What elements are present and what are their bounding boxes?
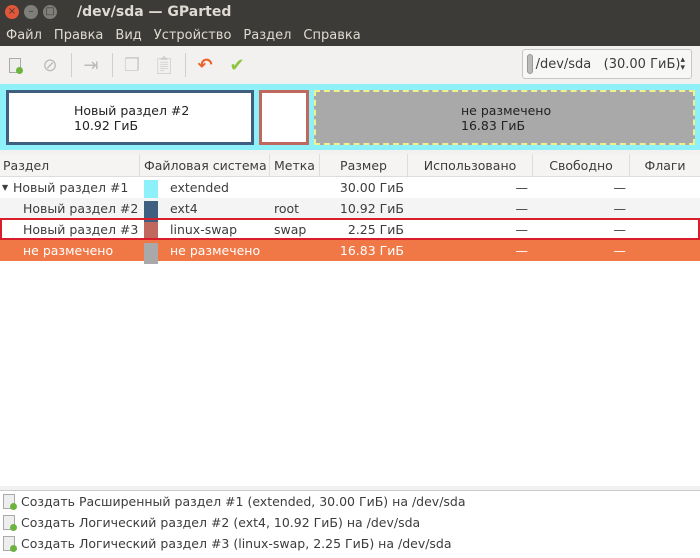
cell-label: swap — [274, 222, 307, 237]
table-row[interactable]: Новый раздел #2 ext4 root 10.92 ГиБ — — — [0, 198, 700, 222]
cell-partition: не размечено — [23, 243, 114, 258]
cell-used: — — [515, 243, 529, 258]
cell-free: — — [613, 180, 627, 195]
cell-size: 16.83 ГиБ — [339, 243, 404, 258]
paste-icon: 📋︎ — [152, 54, 176, 76]
new-partition-icon — [3, 536, 17, 552]
separator — [112, 53, 113, 77]
cell-filesystem: не размечено — [170, 243, 261, 258]
table-row[interactable]: ▼ Новый раздел #1 extended 30.00 ГиБ — — — [0, 177, 700, 201]
cell-size: 10.92 ГиБ — [339, 201, 404, 216]
paste-button[interactable]: 📋︎ — [151, 52, 177, 78]
operation-item[interactable]: Создать Логический раздел #2 (ext4, 10.9… — [0, 512, 700, 533]
cell-label: root — [274, 201, 300, 216]
partition-table: Раздел Файловая система Метка Размер Исп… — [0, 154, 700, 486]
resize-icon: ⇥ — [83, 54, 99, 76]
partition-name: Новый раздел #2 — [74, 102, 190, 118]
cell-filesystem: extended — [170, 180, 229, 195]
cell-free: — — [613, 243, 627, 258]
menu-device[interactable]: Устройство — [148, 28, 238, 43]
menu-file[interactable]: Файл — [0, 28, 48, 43]
header-label[interactable]: Метка — [270, 154, 320, 177]
partition-size: 16.83 ГиБ — [461, 117, 526, 133]
resize-move-button[interactable]: ⇥ — [78, 52, 104, 78]
cell-used: — — [515, 201, 529, 216]
title-bar: × – □ /dev/sda — GParted — [0, 0, 700, 24]
cell-partition: Новый раздел #1 — [13, 180, 129, 195]
undo-button[interactable]: ↶ — [192, 52, 218, 78]
cell-size: 30.00 ГиБ — [339, 180, 404, 195]
header-free[interactable]: Свободно — [533, 154, 630, 177]
apply-button[interactable]: ✔ — [224, 52, 250, 78]
copy-icon: ❐ — [123, 54, 141, 76]
pending-operations-list: Создать Расширенный раздел #1 (extended,… — [0, 490, 700, 558]
menu-bar: Файл Правка Вид Устройство Раздел Справк… — [0, 24, 700, 46]
header-flags[interactable]: Флаги — [630, 154, 700, 177]
cell-partition: Новый раздел #2 — [23, 201, 139, 216]
operation-text: Создать Расширенный раздел #1 (extended,… — [21, 494, 466, 509]
device-selector-value: /dev/sda (30.00 ГиБ) — [535, 56, 681, 72]
close-button[interactable]: × — [5, 5, 19, 19]
operation-text: Создать Логический раздел #2 (ext4, 10.9… — [21, 515, 421, 530]
cell-free: — — [613, 201, 627, 216]
cell-size: 2.25 ГиБ — [347, 222, 404, 237]
cell-filesystem: ext4 — [170, 201, 198, 216]
header-used[interactable]: Использовано — [408, 154, 533, 177]
undo-icon: ↶ — [197, 54, 213, 76]
header-filesystem[interactable]: Файловая система — [140, 154, 270, 177]
menu-edit[interactable]: Правка — [48, 28, 109, 43]
minimize-button[interactable]: – — [24, 5, 38, 19]
disk-map: Новый раздел #2 10.92 ГиБ не размечено 1… — [0, 84, 700, 150]
checkmark-icon: ✔ — [229, 54, 245, 76]
header-partition[interactable]: Раздел — [0, 154, 140, 177]
spinner-arrows-icon: ▴ ▾ — [680, 55, 685, 73]
cell-filesystem: linux-swap — [170, 222, 238, 237]
cell-free: — — [613, 222, 627, 237]
operation-item[interactable]: Создать Расширенный раздел #1 (extended,… — [0, 491, 700, 512]
new-document-icon — [9, 57, 23, 74]
new-partition-icon — [3, 515, 17, 531]
menu-view[interactable]: Вид — [109, 28, 147, 43]
fs-color-swatch — [144, 243, 158, 264]
cell-used: — — [515, 180, 529, 195]
operation-text: Создать Логический раздел #3 (linux-swap… — [21, 536, 452, 551]
cell-partition: Новый раздел #3 — [23, 222, 139, 237]
cell-used: — — [515, 222, 529, 237]
maximize-button[interactable]: □ — [43, 5, 57, 19]
header-size[interactable]: Размер — [320, 154, 408, 177]
partition-name: не размечено — [461, 102, 552, 118]
partition-size: 10.92 ГиБ — [74, 117, 139, 133]
separator — [71, 53, 72, 77]
diskmap-partition-3[interactable] — [259, 90, 309, 145]
forbidden-icon: ⊘ — [42, 54, 58, 76]
diskmap-unallocated[interactable]: не размечено 16.83 ГиБ — [314, 90, 695, 145]
window-title: /dev/sda — GParted — [77, 4, 232, 20]
hard-disk-icon — [527, 54, 533, 74]
table-header: Раздел Файловая система Метка Размер Исп… — [0, 154, 700, 177]
separator — [185, 53, 186, 77]
table-row[interactable]: Новый раздел #3 linux-swap swap 2.25 ГиБ… — [0, 219, 700, 243]
new-partition-button[interactable] — [5, 52, 31, 78]
device-selector[interactable]: /dev/sda (30.00 ГиБ) ▴ ▾ — [522, 49, 692, 79]
expander-triangle-icon[interactable]: ▼ — [2, 177, 8, 198]
delete-button[interactable]: ⊘ — [37, 52, 63, 78]
diskmap-partition-2[interactable]: Новый раздел #2 10.92 ГиБ — [6, 90, 254, 145]
menu-partition[interactable]: Раздел — [237, 28, 297, 43]
menu-help[interactable]: Справка — [297, 28, 366, 43]
operation-item[interactable]: Создать Логический раздел #3 (linux-swap… — [0, 533, 700, 554]
copy-button[interactable]: ❐ — [119, 52, 145, 78]
new-partition-icon — [3, 494, 17, 510]
table-row[interactable]: не размечено не размечено 16.83 ГиБ — — — [0, 240, 700, 264]
